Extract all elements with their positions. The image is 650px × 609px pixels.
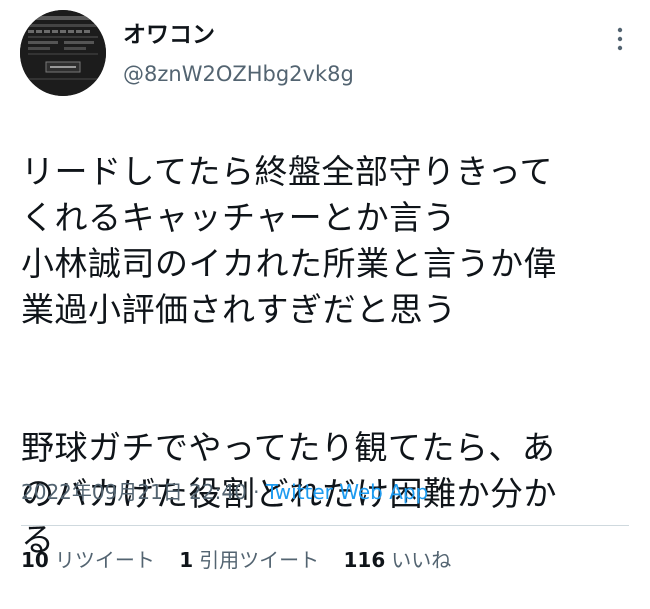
- quotes-count: 1: [179, 548, 194, 572]
- retweets-label: リツイート: [54, 548, 155, 572]
- meta-separator: ·: [246, 480, 266, 504]
- tweet-stats: 10 リツイート 1 引用ツイート 116 いいね: [21, 546, 469, 574]
- retweets-stat[interactable]: 10 リツイート: [21, 546, 155, 574]
- tweet-text: リードしてたら終盤全部守りきって くれるキャッチャーとか言う 小林誠司のイカれた…: [21, 103, 636, 609]
- likes-label: いいね: [391, 548, 452, 572]
- tweet-meta: 2022年09月21日 22:40 · Twitter Web App: [21, 478, 428, 506]
- likes-count: 116: [343, 548, 386, 572]
- quotes-label: 引用ツイート: [199, 548, 320, 572]
- tweet-source-link[interactable]: Twitter Web App: [266, 480, 428, 504]
- avatar-image: [20, 10, 106, 96]
- quotes-stat[interactable]: 1 引用ツイート: [179, 546, 319, 574]
- likes-stat[interactable]: 116 いいね: [343, 546, 451, 574]
- tweet-paragraph-1: リードしてたら終盤全部守りきって くれるキャッチャーとか言う 小林誠司のイカれた…: [21, 152, 557, 329]
- retweets-count: 10: [21, 548, 49, 572]
- divider: [21, 525, 629, 526]
- tweet-timestamp[interactable]: 2022年09月21日 22:40: [21, 480, 247, 504]
- display-name[interactable]: オワコン: [123, 20, 215, 50]
- user-handle[interactable]: @8znW2OZHbg2vk8g: [123, 60, 354, 88]
- avatar[interactable]: [20, 10, 106, 96]
- more-vertical-icon[interactable]: [606, 22, 634, 58]
- tweet-card: オワコン @8znW2OZHbg2vk8g リードしてたら終盤全部守りきって く…: [0, 0, 650, 595]
